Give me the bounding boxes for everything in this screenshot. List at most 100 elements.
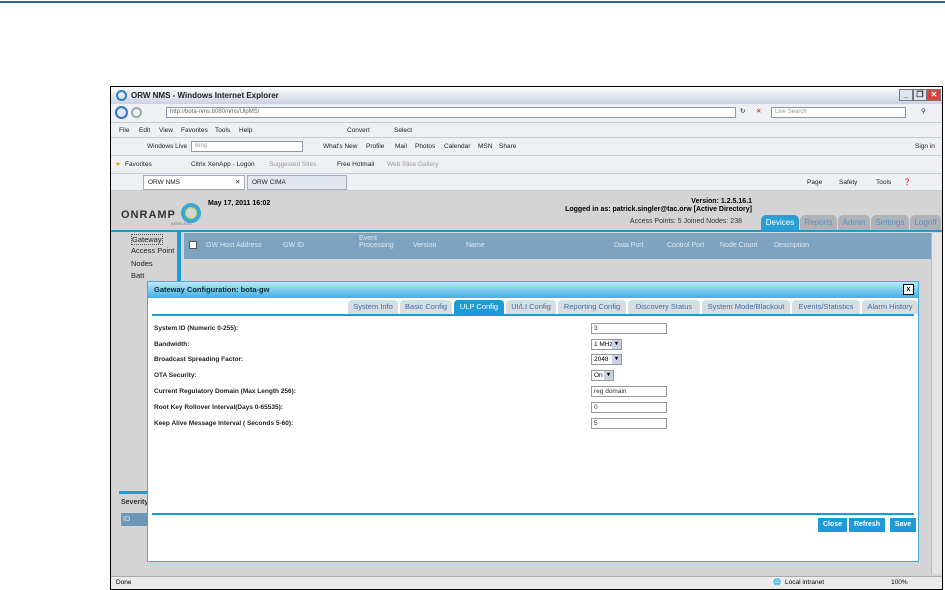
- onramp-logo: ONRAMP: [121, 209, 176, 221]
- col-data-port[interactable]: Data Port: [614, 242, 644, 249]
- keep-alive-input[interactable]: 5: [591, 418, 667, 429]
- bandwidth-label: Bandwidth:: [154, 341, 190, 348]
- fav-citrix[interactable]: Citrix XenApp - Logon: [191, 157, 255, 172]
- tab-orw-nms[interactable]: ORW NMS: [143, 175, 245, 190]
- tab-reporting-config[interactable]: Reporting Config: [558, 300, 626, 314]
- link-photos[interactable]: Photos: [415, 139, 435, 154]
- refresh-icon[interactable]: ↻: [740, 104, 745, 119]
- tab-basic-config[interactable]: Basic Config: [400, 300, 452, 314]
- gateway-config-modal: Gateway Configuration: bota-gw x System …: [147, 281, 919, 562]
- tab-ui-li-config[interactable]: UI/LI Config: [506, 300, 556, 314]
- title-bar: ORW NMS - Windows Internet Explorer _ ❐ …: [111, 87, 942, 104]
- tab-alarm-history[interactable]: Alarm History: [862, 300, 918, 314]
- windows-live-link[interactable]: Windows Live: [147, 139, 187, 154]
- bing-search-input[interactable]: Bing: [191, 141, 303, 152]
- help-icon[interactable]: ❓: [903, 175, 911, 190]
- url-input[interactable]: http://bota-nms:8080/nms/UlpMS/: [166, 107, 736, 118]
- fav-web-slice-gallery[interactable]: Web Slice Gallery: [387, 157, 439, 172]
- menu-help[interactable]: Help: [239, 123, 252, 138]
- close-tab-icon[interactable]: ✕: [235, 175, 240, 190]
- tab-ulp-config[interactable]: ULP Config: [454, 300, 504, 314]
- select-button[interactable]: Select: [394, 123, 412, 138]
- tab-admin[interactable]: Admin: [838, 215, 870, 230]
- spreading-factor-label: Broadcast Spreading Factor:: [154, 356, 244, 363]
- link-calendar[interactable]: Calendar: [444, 139, 470, 154]
- col-name[interactable]: Name: [466, 242, 485, 249]
- root-key-rollover-input[interactable]: 0: [591, 402, 667, 413]
- browser-window: ORW NMS - Windows Internet Explorer _ ❐ …: [110, 86, 943, 590]
- minimize-button[interactable]: _: [899, 89, 913, 101]
- menu-edit[interactable]: Edit: [139, 123, 150, 138]
- col-gw-id[interactable]: GW ID: [283, 242, 304, 249]
- ota-security-select[interactable]: On ▾: [591, 370, 614, 381]
- tab-orw-cima[interactable]: ORW CIMA: [247, 175, 347, 190]
- regulatory-domain-label: Current Regulatory Domain (Max Length 25…: [154, 388, 296, 395]
- col-event-processing[interactable]: Event Processing: [359, 235, 399, 249]
- search-input[interactable]: Live Search: [771, 107, 906, 118]
- select-all-checkbox[interactable]: [189, 241, 197, 249]
- spreading-factor-select[interactable]: 2048 ▾: [591, 354, 622, 365]
- back-button[interactable]: [115, 106, 128, 119]
- save-button[interactable]: Save: [890, 518, 916, 532]
- convert-button[interactable]: Convert: [347, 123, 370, 138]
- link-whats-new[interactable]: What's New: [323, 139, 357, 154]
- tab-events-statistics[interactable]: Events/Statistics: [792, 300, 860, 314]
- col-version[interactable]: Version: [413, 242, 436, 249]
- ie-logo-icon: [116, 90, 127, 101]
- stop-icon[interactable]: ✕: [756, 104, 761, 119]
- menu-tools[interactable]: Tools: [215, 123, 230, 138]
- system-id-label: System ID (Numeric 0-255):: [154, 325, 239, 332]
- zone-text: Local intranet: [785, 579, 825, 586]
- close-window-button[interactable]: ✕: [927, 89, 941, 101]
- fav-free-hotmail[interactable]: Free Hotmail: [337, 157, 374, 172]
- tab-system-mode-blackout[interactable]: System Mode/Blackout: [702, 300, 790, 314]
- vertical-scrollbar[interactable]: [931, 233, 942, 574]
- sidebar-item-batteries[interactable]: Batt: [131, 271, 144, 280]
- fav-suggested-sites[interactable]: Suggested Sites: [269, 157, 316, 172]
- maximize-button[interactable]: ❐: [913, 89, 927, 101]
- refresh-button[interactable]: Refresh: [849, 518, 885, 532]
- system-id-input[interactable]: 3: [591, 323, 667, 334]
- severity-label: Severity: [121, 499, 149, 506]
- zoom-level[interactable]: 100%: [891, 577, 908, 589]
- menu-favorites[interactable]: Favorites: [181, 123, 208, 138]
- globe-icon: 🌐: [773, 579, 782, 586]
- page-menu[interactable]: Page: [807, 175, 822, 190]
- window-title: ORW NMS - Windows Internet Explorer: [131, 91, 279, 100]
- tab-logoff[interactable]: Logoff: [910, 215, 941, 230]
- col-control-port[interactable]: Control Port: [667, 242, 704, 249]
- tab-system-info[interactable]: System Info: [348, 300, 398, 314]
- favorites-star-icon: ★: [115, 161, 121, 168]
- search-icon[interactable]: ⚲: [921, 104, 926, 119]
- tab-settings[interactable]: Settings: [871, 215, 909, 230]
- tab-discovery-status[interactable]: Discovery Status: [628, 300, 700, 314]
- modal-close-button[interactable]: x: [903, 284, 914, 295]
- ota-security-label: OTA Security:: [154, 372, 197, 379]
- forward-button[interactable]: [131, 107, 142, 118]
- tab-underline: [152, 314, 914, 316]
- col-node-count[interactable]: Node Count: [720, 242, 757, 249]
- close-button[interactable]: Close: [818, 518, 847, 532]
- bandwidth-select[interactable]: 1 MHz ▾: [591, 339, 622, 350]
- keep-alive-label: Keep Alive Message Interval ( Seconds 5-…: [154, 420, 294, 427]
- sidebar-item-access-point[interactable]: Access Point: [131, 246, 174, 255]
- link-mail[interactable]: Mail: [395, 139, 407, 154]
- signin-link[interactable]: Sign in: [915, 139, 935, 154]
- sidebar-item-gateway[interactable]: Gateway: [131, 234, 163, 245]
- col-description[interactable]: Description: [774, 242, 809, 249]
- link-msn[interactable]: MSN: [478, 139, 492, 154]
- regulatory-domain-input[interactable]: reg domain: [591, 386, 667, 397]
- menu-view[interactable]: View: [159, 123, 173, 138]
- app-content: ONRAMP WIRELESS May 17, 2011 16:02 Versi…: [111, 191, 942, 576]
- sidebar-item-nodes[interactable]: Nodes: [131, 259, 153, 268]
- tools-menu[interactable]: Tools: [876, 175, 891, 190]
- safety-menu[interactable]: Safety: [839, 175, 857, 190]
- col-gw-host-address[interactable]: GW Host Address: [206, 242, 262, 249]
- link-share[interactable]: Share: [499, 139, 516, 154]
- tab-reports[interactable]: Reports: [800, 215, 837, 230]
- link-profile[interactable]: Profile: [366, 139, 384, 154]
- favorites-button[interactable]: Favorites: [125, 157, 152, 172]
- tab-devices[interactable]: Devices: [761, 215, 799, 230]
- lower-panel-divider: [119, 491, 149, 494]
- menu-file[interactable]: File: [119, 123, 129, 138]
